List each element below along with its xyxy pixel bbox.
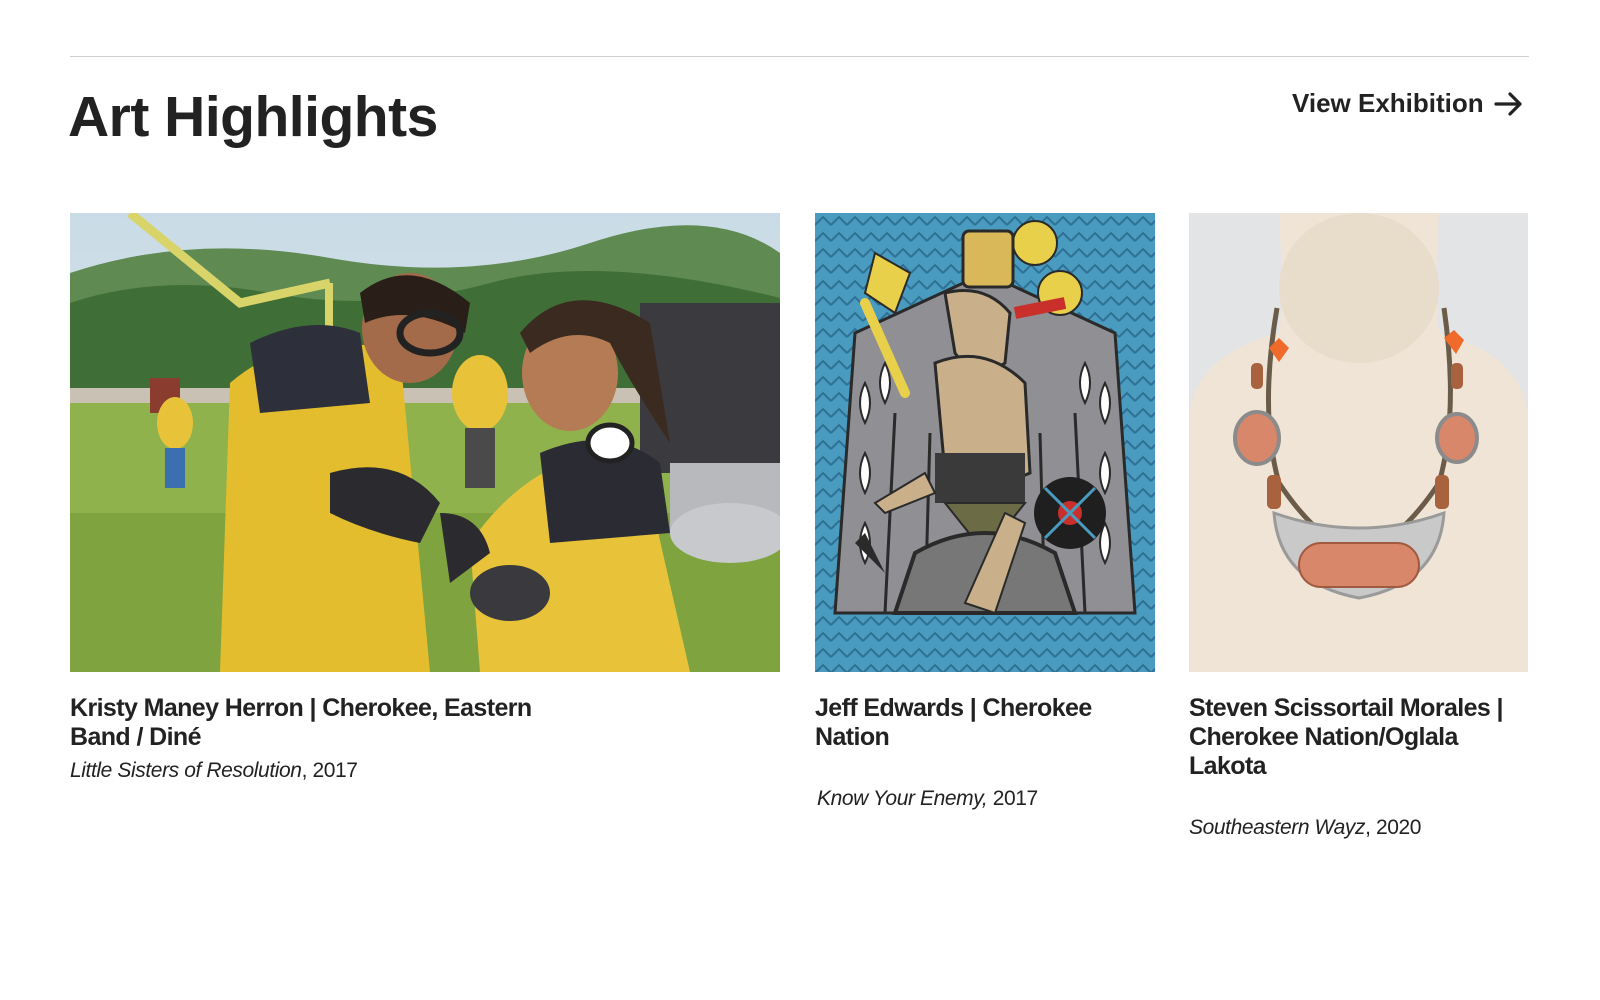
arrow-right-icon xyxy=(1494,91,1522,116)
artwork-title: Southeastern Wayz xyxy=(1189,816,1366,839)
artwork-year: 2017 xyxy=(987,787,1039,810)
artwork-year: , 2017 xyxy=(301,759,358,782)
view-exhibition-label: View Exhibition xyxy=(1292,88,1484,118)
artwork-caption: Know Your Enemy, 2017 xyxy=(815,786,1155,812)
artwork-year: , 2020 xyxy=(1365,816,1422,839)
artist-name: Jeff Edwards | Cherokee Nation xyxy=(815,694,1092,751)
top-divider xyxy=(70,56,1529,57)
artwork-title: Know Your Enemy, xyxy=(817,787,988,810)
artwork-image-necklace[interactable] xyxy=(1189,213,1528,672)
artwork-image-painting[interactable] xyxy=(815,213,1155,672)
artwork-image-lacrosse-photo[interactable] xyxy=(70,213,780,672)
art-card-3[interactable]: Steven Scissortail Morales | Cherokee Na… xyxy=(1189,213,1528,841)
art-card-2[interactable]: Jeff Edwards | Cherokee Nation Know Your… xyxy=(815,213,1155,812)
artwork-caption: Southeastern Wayz, 2020 xyxy=(1189,815,1528,841)
view-exhibition-link[interactable]: View Exhibition xyxy=(1292,88,1524,119)
art-card-1[interactable]: Kristy Maney Herron | Cherokee, Eastern … xyxy=(70,213,780,784)
artist-name: Kristy Maney Herron | Cherokee, Eastern … xyxy=(70,694,532,751)
section-title: Art Highlights xyxy=(68,85,438,149)
artwork-title: Little Sisters of Resolution xyxy=(70,759,302,782)
artwork-caption: Little Sisters of Resolution, 2017 xyxy=(70,758,780,784)
artist-name: Steven Scissortail Morales | Cherokee Na… xyxy=(1189,694,1504,780)
